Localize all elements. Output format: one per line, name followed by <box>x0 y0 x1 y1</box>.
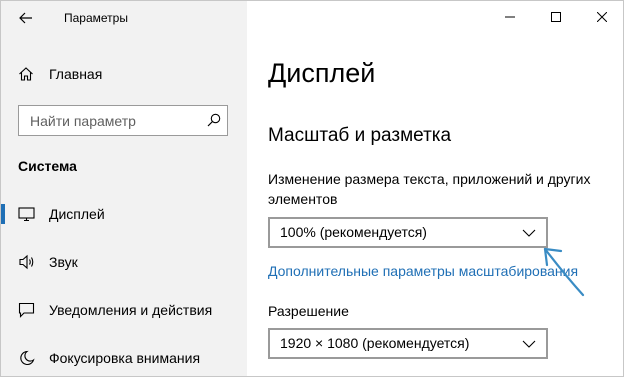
minimize-button[interactable] <box>487 1 533 33</box>
search-input[interactable] <box>19 106 199 135</box>
sidebar-item-label: Фокусировка внимания <box>49 350 201 366</box>
search-box[interactable] <box>18 105 228 136</box>
monitor-icon <box>18 207 35 222</box>
main-content: Дисплей Масштаб и разметка Изменение раз… <box>247 1 623 376</box>
scale-dropdown[interactable]: 100% (рекомендуется) <box>268 217 548 248</box>
scale-description: Изменение размера текста, приложений и д… <box>268 171 591 207</box>
active-indicator <box>1 204 5 224</box>
page-title: Дисплей <box>268 58 376 88</box>
window-controls <box>487 1 623 33</box>
search-icon[interactable] <box>207 113 221 127</box>
app-title: Параметры <box>64 11 128 25</box>
sidebar-item-label: Уведомления и действия <box>49 302 213 318</box>
back-button[interactable] <box>12 5 40 31</box>
section-title: Масштаб и разметка <box>268 125 452 146</box>
maximize-button[interactable] <box>533 1 579 33</box>
sidebar-item-focus-assist[interactable]: Фокусировка внимания <box>1 338 247 376</box>
chevron-down-icon <box>522 229 536 237</box>
close-button[interactable] <box>579 1 623 33</box>
notification-icon <box>18 302 35 318</box>
sidebar-item-label: Дисплей <box>49 206 105 222</box>
speaker-icon <box>19 254 34 270</box>
sidebar-item-sound[interactable]: Звук <box>1 242 247 282</box>
close-icon <box>597 12 607 22</box>
advanced-scaling-link[interactable]: Дополнительные параметры масштабирования <box>268 263 578 279</box>
maximize-icon <box>551 12 561 22</box>
resolution-label: Разрешение <box>268 303 349 319</box>
moon-icon <box>20 350 35 366</box>
resolution-dropdown-value: 1920 × 1080 (рекомендуется) <box>280 335 470 351</box>
scale-dropdown-value: 100% (рекомендуется) <box>280 224 427 240</box>
resolution-dropdown[interactable]: 1920 × 1080 (рекомендуется) <box>268 328 548 359</box>
back-arrow-icon <box>19 12 32 24</box>
sidebar: Параметры Главная Система Дисплей <box>1 1 247 376</box>
sidebar-item-home-label: Главная <box>49 66 103 82</box>
minimize-icon <box>505 16 515 18</box>
sidebar-item-display[interactable]: Дисплей <box>1 194 247 234</box>
home-icon <box>19 67 33 81</box>
chevron-down-icon <box>522 340 536 348</box>
sidebar-item-notifications[interactable]: Уведомления и действия <box>1 290 247 330</box>
sidebar-section-heading: Система <box>18 158 77 174</box>
sidebar-item-label: Звук <box>49 254 78 270</box>
settings-window: Параметры Главная Система Дисплей <box>0 0 624 377</box>
sidebar-item-home[interactable]: Главная <box>1 59 247 89</box>
